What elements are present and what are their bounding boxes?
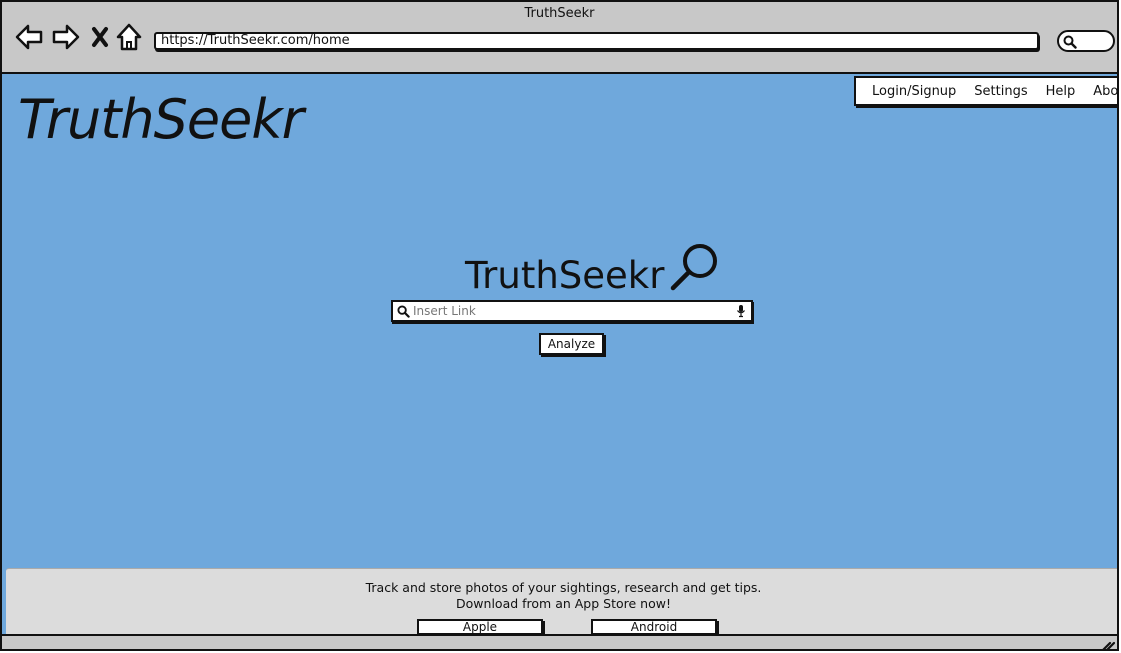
window-title: TruthSeekr <box>524 6 595 21</box>
page-content: TruthSeekr Login/Signup Settings Help Ab… <box>2 74 1117 634</box>
menu-item-login-signup[interactable]: Login/Signup <box>872 84 956 99</box>
brand-title: TruthSeekr <box>18 88 304 151</box>
footer-banner: Track and store photos of your sightings… <box>6 568 1117 639</box>
menu-item-help[interactable]: Help <box>1046 84 1076 99</box>
microphone-icon[interactable] <box>736 304 746 318</box>
search-icon <box>1063 35 1077 49</box>
url-bar[interactable]: https://TruthSeekr.com/home <box>154 32 1039 50</box>
close-x-icon[interactable] <box>88 22 118 52</box>
back-arrow-icon[interactable] <box>14 22 44 52</box>
home-icon[interactable] <box>115 22 145 52</box>
link-input[interactable] <box>413 303 723 319</box>
link-search-box <box>391 300 753 322</box>
apple-store-button[interactable]: Apple <box>417 619 543 635</box>
search-icon <box>397 305 410 318</box>
footer-promo-text: Track and store photos of your sightings… <box>365 580 762 595</box>
top-menu: Login/Signup Settings Help About <box>854 76 1117 106</box>
magnifier-logo-icon <box>670 244 717 291</box>
forward-arrow-icon[interactable] <box>51 22 81 52</box>
logo-text: TruthSeekr <box>465 254 665 297</box>
menu-item-about[interactable]: About <box>1093 84 1117 99</box>
analyze-button[interactable]: Analyze <box>539 333 604 355</box>
resize-handle-icon[interactable] <box>1101 639 1115 651</box>
browser-search-button[interactable] <box>1057 30 1115 52</box>
browser-window: TruthSeekr https://TruthSeekr.com/home T… <box>0 0 1119 651</box>
android-store-button[interactable]: Android <box>591 619 717 635</box>
browser-chrome: TruthSeekr https://TruthSeekr.com/home <box>2 2 1117 74</box>
footer-download-text: Download from an App Store now! <box>456 596 671 611</box>
status-strip <box>2 634 1117 651</box>
menu-item-settings[interactable]: Settings <box>974 84 1027 99</box>
